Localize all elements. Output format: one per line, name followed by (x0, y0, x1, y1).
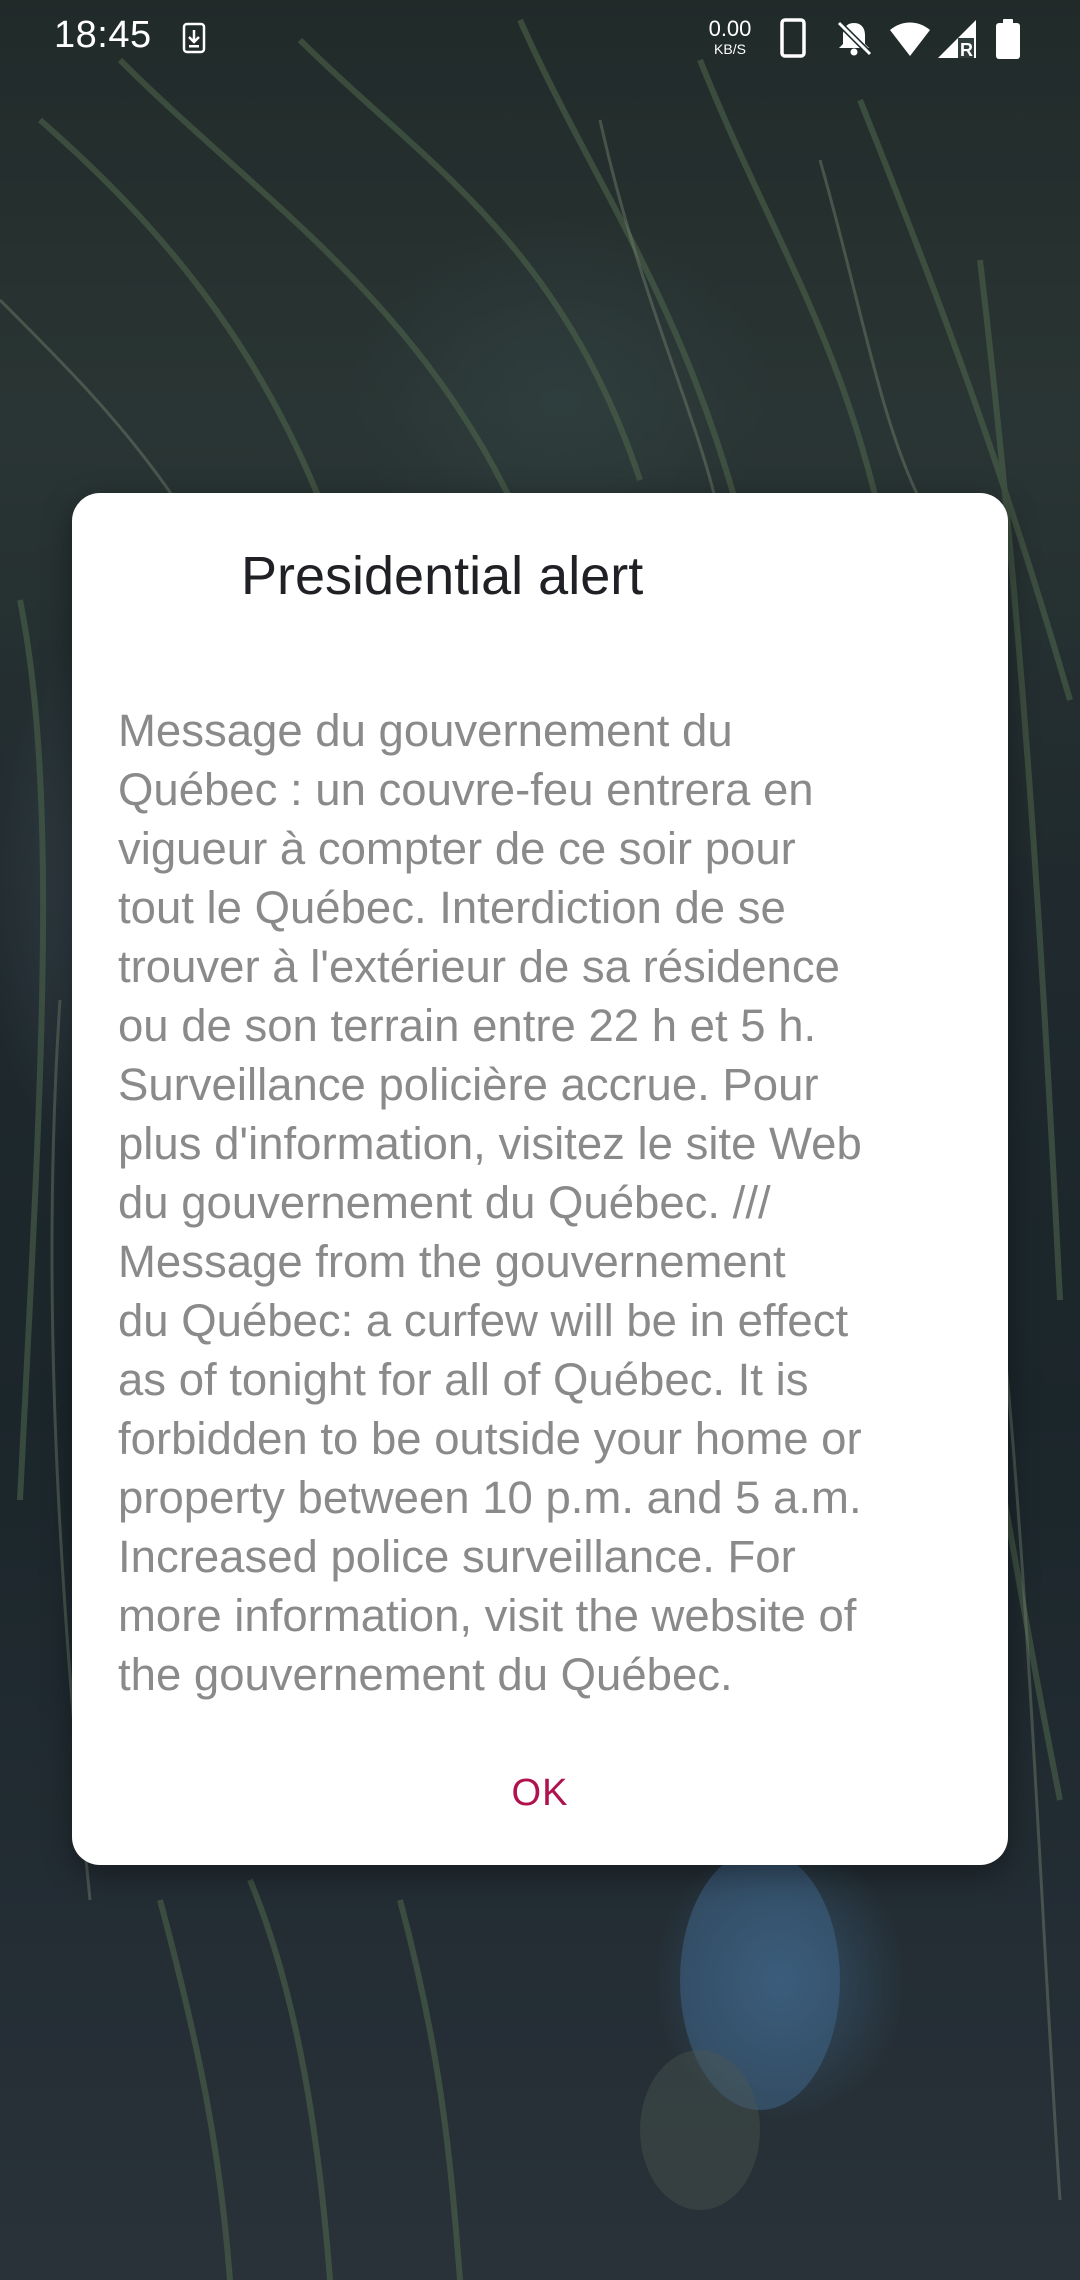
roaming-indicator: R (960, 40, 973, 60)
network-speed-value: 0.00 (708, 16, 752, 41)
status-bar: 18:45 0.00 KB/S R (0, 0, 1080, 76)
download-icon (182, 22, 206, 54)
battery-icon (996, 19, 1020, 59)
dialog-title: Presidential alert (241, 546, 644, 606)
notifications-off-icon (836, 20, 873, 57)
status-time: 18:45 (54, 14, 152, 56)
network-speed-unit: KB/S (714, 41, 746, 57)
dialog-message: Message du gouvernement du Québec : un c… (118, 705, 862, 1700)
screen: 18:45 0.00 KB/S R Presidential alert Mes… (0, 0, 1080, 2280)
phone-icon (780, 18, 806, 58)
network-speed: 0.00 KB/S (702, 16, 758, 57)
ok-button[interactable]: OK (480, 1761, 600, 1825)
alert-dialog: Presidential alert Message du gouverneme… (72, 493, 1008, 1865)
cell-signal-roaming-icon: R (938, 20, 976, 60)
wifi-icon (890, 22, 930, 56)
